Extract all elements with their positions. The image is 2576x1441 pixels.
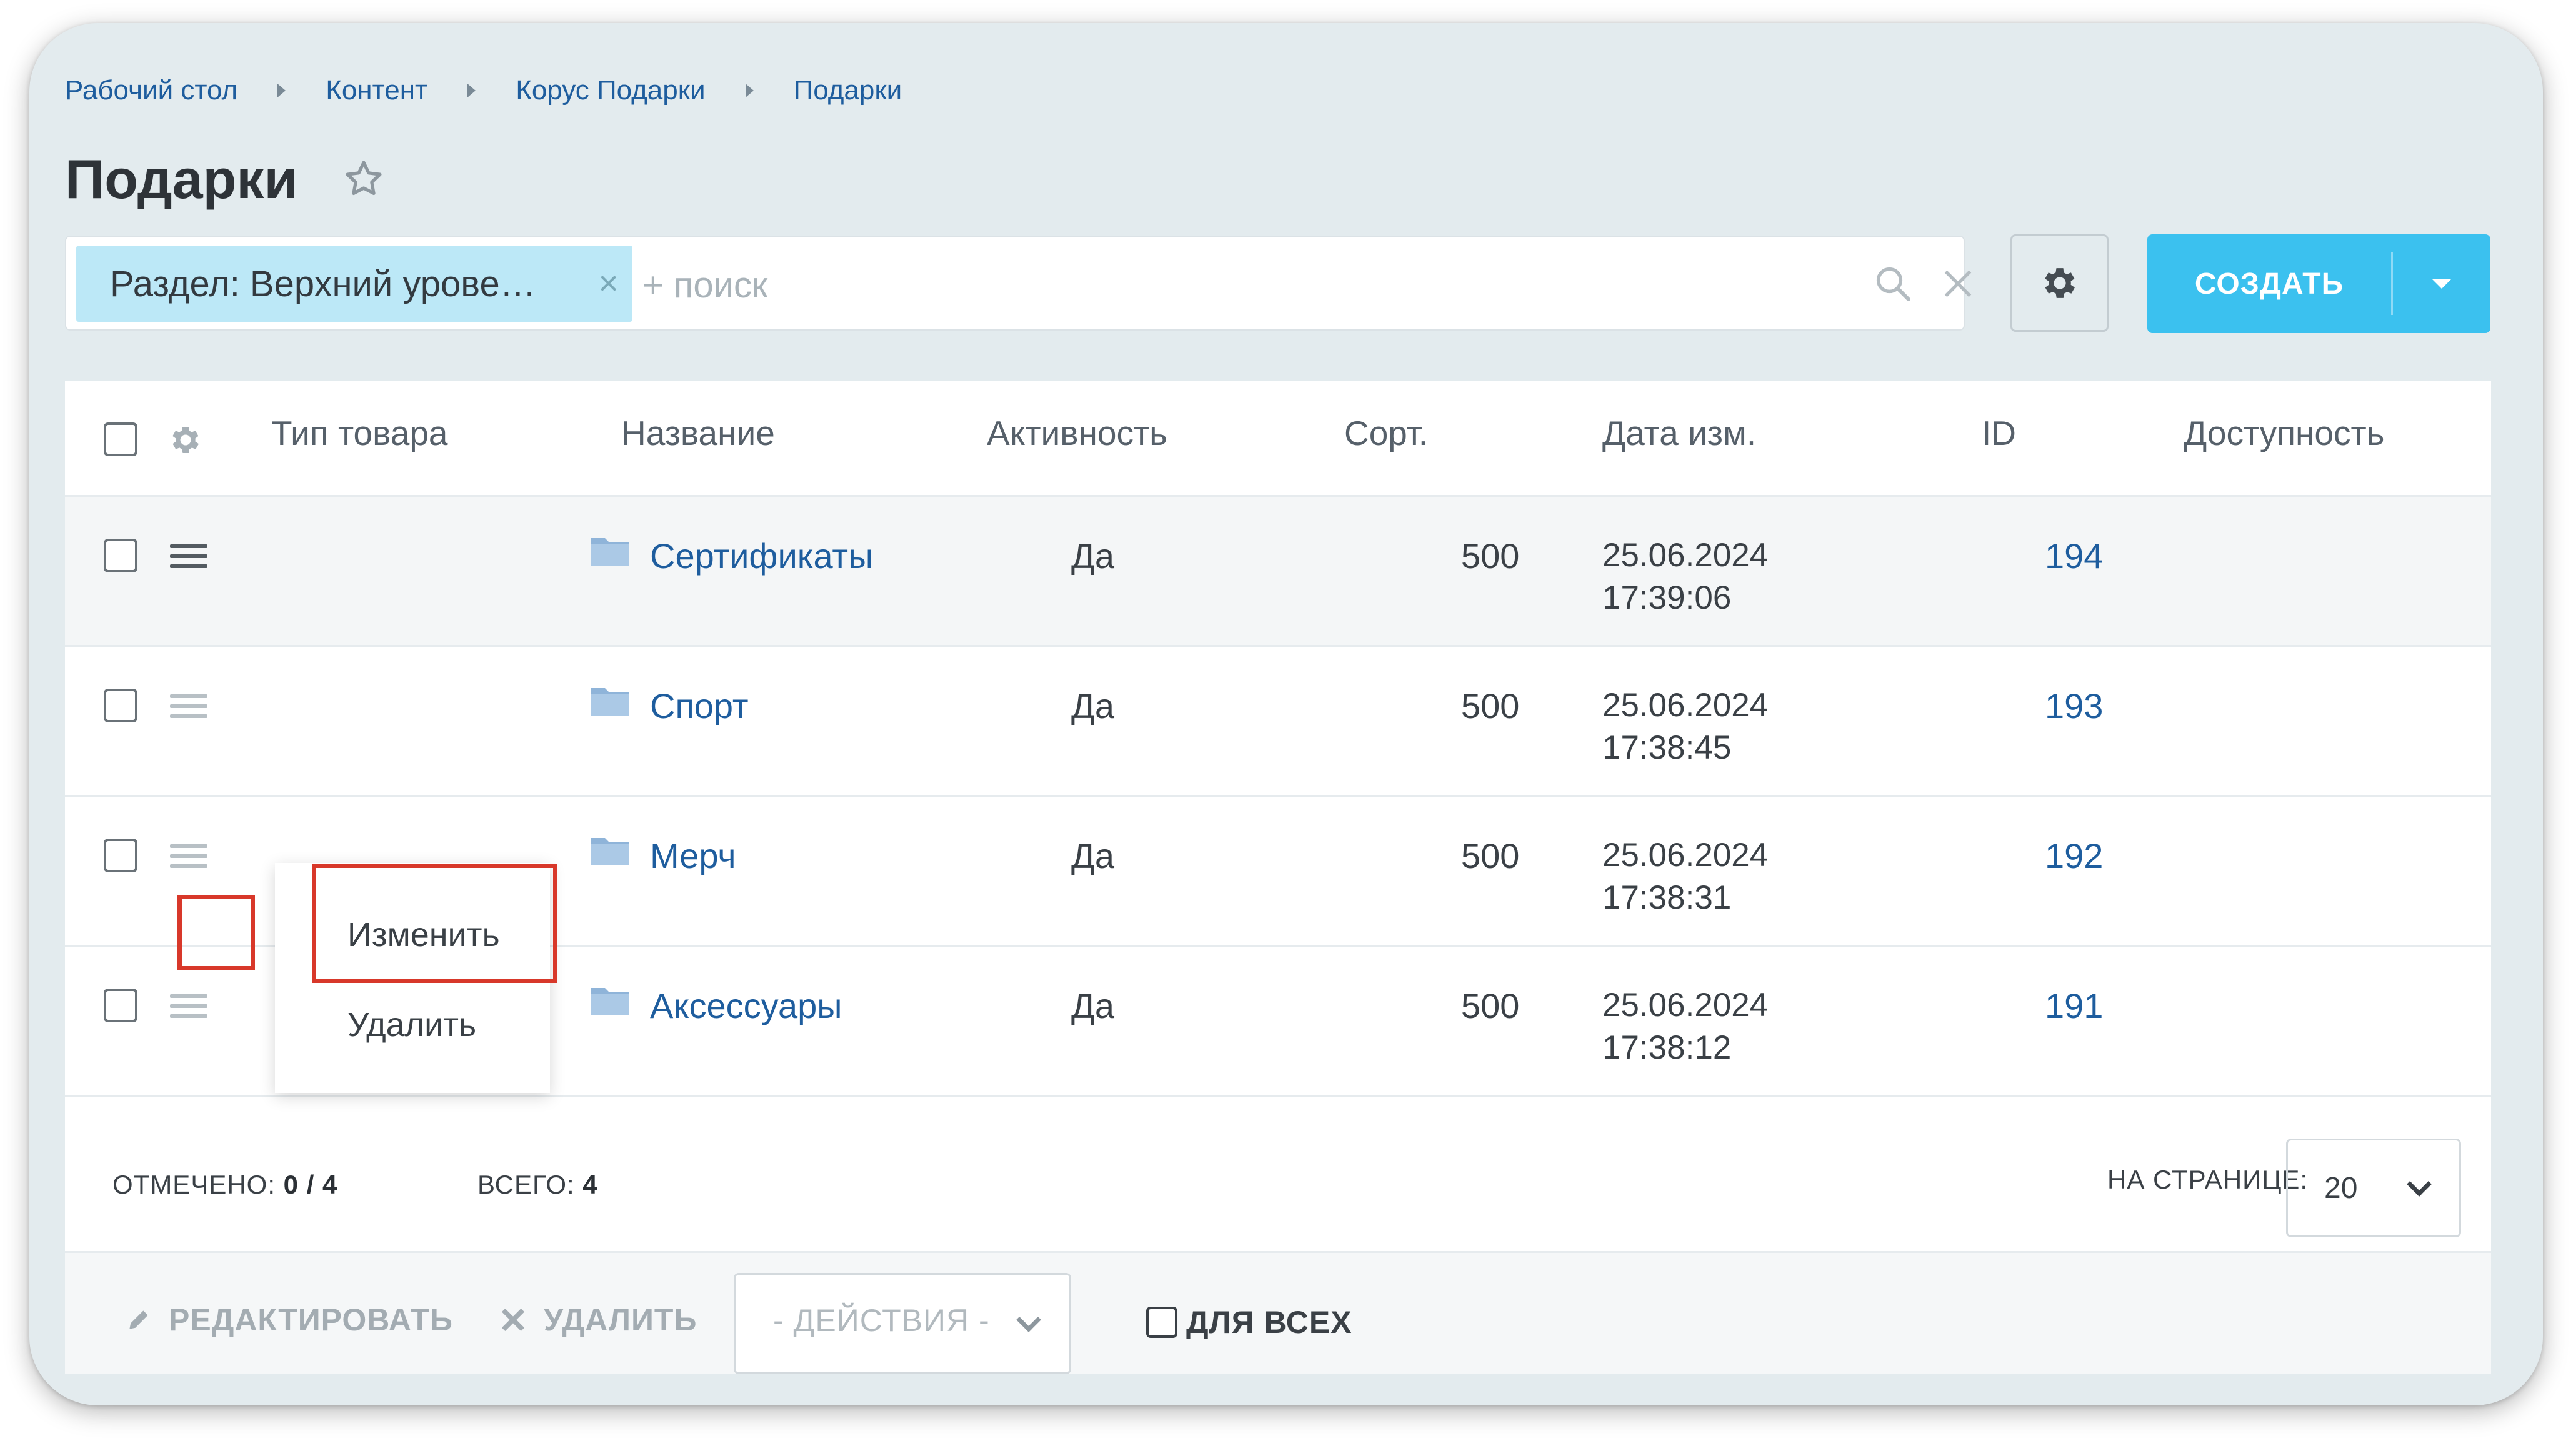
row-menu-icon[interactable] xyxy=(170,994,207,1019)
row-name-link[interactable]: Сертификаты xyxy=(650,536,873,576)
row-id-link[interactable]: 192 xyxy=(2045,835,2157,876)
for-all-toggle[interactable]: ДЛЯ ВСЕХ xyxy=(1146,1304,1352,1340)
breadcrumb-separator-icon xyxy=(745,84,754,97)
row-active: Да xyxy=(1071,536,1115,576)
highlight-frame xyxy=(312,864,557,983)
chevron-down-icon xyxy=(2407,1172,2432,1197)
row-id-link[interactable]: 191 xyxy=(2045,985,2157,1026)
breadcrumb-gifts[interactable]: Подарки xyxy=(794,75,902,106)
edit-button-label: РЕДАКТИРОВАТЬ xyxy=(169,1302,453,1337)
delete-button[interactable]: УДАЛИТЬ xyxy=(499,1302,697,1338)
table-header: Тип товара Название Активность Сорт. Дат… xyxy=(65,381,2491,497)
row-name-link[interactable]: Аксессуары xyxy=(650,985,842,1026)
row-sort: 500 xyxy=(1461,536,1520,576)
column-header-name[interactable]: Название xyxy=(621,413,775,453)
table-row[interactable]: Спорт Да 500 25.06.2024 17:38:45 193 xyxy=(65,647,2491,797)
row-sort: 500 xyxy=(1461,686,1520,725)
breadcrumb: Рабочий стол Контент Корус Подарки Подар… xyxy=(65,66,902,116)
select-all-checkbox[interactable] xyxy=(104,422,137,456)
star-icon[interactable] xyxy=(342,157,386,201)
row-sort: 500 xyxy=(1461,836,1520,875)
breadcrumb-korus-gifts[interactable]: Корус Подарки xyxy=(516,75,705,106)
search-icon[interactable] xyxy=(1872,263,1914,304)
gear-icon xyxy=(2044,268,2075,298)
close-icon[interactable] xyxy=(1940,266,1976,302)
row-active: Да xyxy=(1071,686,1115,725)
for-all-checkbox[interactable] xyxy=(1146,1307,1177,1338)
row-name-link[interactable]: Мерч xyxy=(650,835,736,876)
per-page-value: 20 xyxy=(2324,1171,2358,1205)
folder-icon xyxy=(591,688,629,716)
gear-icon[interactable] xyxy=(167,422,204,458)
page-title: Подарки xyxy=(65,148,298,210)
row-checkbox[interactable] xyxy=(104,689,137,722)
pencil-icon xyxy=(129,1310,148,1329)
create-button-label: СОЗДАТЬ xyxy=(2194,267,2344,301)
close-icon xyxy=(501,1308,525,1332)
column-header-type[interactable]: Тип товара xyxy=(271,413,448,453)
row-active: Да xyxy=(1071,986,1115,1025)
folder-icon xyxy=(591,538,629,566)
row-active: Да xyxy=(1071,836,1115,875)
for-all-label: ДЛЯ ВСЕХ xyxy=(1186,1305,1352,1340)
filter-chip-section[interactable]: Раздел: Верхний урове… × xyxy=(76,246,632,322)
breadcrumb-desktop[interactable]: Рабочий стол xyxy=(65,75,237,106)
table-summary: ОТМЕЧЕНО: 0 / 4 ВСЕГО: 4 НА СТРАНИЦЕ: 20 xyxy=(65,1119,2491,1253)
row-id-link[interactable]: 193 xyxy=(2045,686,2157,726)
chevron-down-icon xyxy=(1016,1307,1041,1332)
chip-close-icon[interactable]: × xyxy=(598,264,619,302)
column-header-availability[interactable]: Доступность xyxy=(2184,413,2384,453)
breadcrumb-separator-icon xyxy=(467,84,476,97)
actions-select[interactable]: - ДЕЙСТВИЯ - xyxy=(734,1273,1071,1374)
menu-item-delete[interactable]: Удалить xyxy=(347,1005,476,1044)
row-checkbox[interactable] xyxy=(104,839,137,872)
selected-count: ОТМЕЧЕНО: 0 / 4 xyxy=(112,1170,338,1199)
row-menu-icon[interactable] xyxy=(170,844,207,869)
per-page-select[interactable]: 20 xyxy=(2286,1139,2461,1237)
row-menu-icon[interactable] xyxy=(170,544,207,569)
data-table: Тип товара Название Активность Сорт. Дат… xyxy=(65,381,2491,1374)
column-header-sort[interactable]: Сорт. xyxy=(1344,413,1428,453)
group-actions-bar: РЕДАКТИРОВАТЬ УДАЛИТЬ - ДЕЙСТВИЯ - ДЛЯ В… xyxy=(65,1253,2491,1374)
settings-button[interactable] xyxy=(2010,234,2109,332)
column-header-active[interactable]: Активность xyxy=(987,413,1167,453)
create-button[interactable]: СОЗДАТЬ xyxy=(2147,234,2490,333)
filter-chip-label: Раздел: Верхний урове… xyxy=(110,263,536,304)
create-dropdown-toggle[interactable] xyxy=(2393,279,2490,289)
column-header-date[interactable]: Дата изм. xyxy=(1602,413,1756,453)
actions-select-value: - ДЕЙСТВИЯ - xyxy=(773,1303,990,1338)
delete-button-label: УДАЛИТЬ xyxy=(544,1302,697,1337)
row-id-link[interactable]: 194 xyxy=(2045,536,2157,576)
row-date: 25.06.2024 17:38:45 xyxy=(1602,687,1769,766)
row-date: 25.06.2024 17:39:06 xyxy=(1602,537,1769,616)
row-date: 25.06.2024 17:38:12 xyxy=(1602,987,1769,1066)
column-header-id[interactable]: ID xyxy=(1982,413,2016,453)
per-page-label: НА СТРАНИЦЕ: xyxy=(2107,1165,2309,1194)
row-checkbox[interactable] xyxy=(104,989,137,1022)
breadcrumb-content[interactable]: Контент xyxy=(326,75,427,106)
caret-down-icon xyxy=(2432,279,2451,289)
window-frame: Рабочий стол Контент Корус Подарки Подар… xyxy=(29,23,2543,1405)
total-count: ВСЕГО: 4 xyxy=(477,1170,598,1199)
folder-icon xyxy=(591,838,629,865)
row-date: 25.06.2024 17:38:31 xyxy=(1602,837,1769,916)
row-sort: 500 xyxy=(1461,986,1520,1025)
highlight-frame xyxy=(177,895,255,970)
table-row[interactable]: Сертификаты Да 500 25.06.2024 17:39:06 19… xyxy=(65,497,2491,647)
filter-bar: Раздел: Верхний урове… × xyxy=(65,236,1972,331)
search-input[interactable] xyxy=(641,258,1706,312)
edit-button[interactable]: РЕДАКТИРОВАТЬ xyxy=(125,1302,453,1338)
folder-icon xyxy=(591,988,629,1015)
row-name-link[interactable]: Спорт xyxy=(650,686,748,726)
row-checkbox[interactable] xyxy=(104,539,137,572)
row-menu-icon[interactable] xyxy=(170,694,207,719)
breadcrumb-separator-icon xyxy=(277,84,286,97)
